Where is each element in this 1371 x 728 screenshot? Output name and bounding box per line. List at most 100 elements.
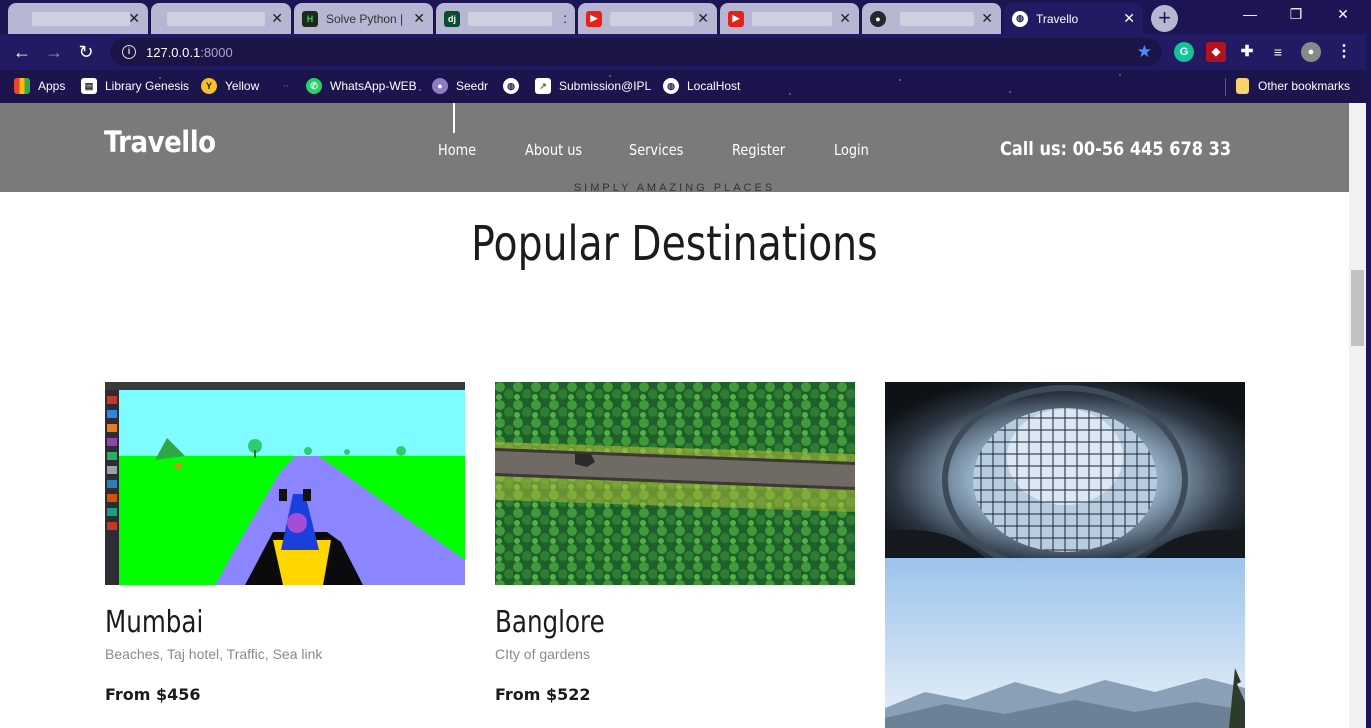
browser-tab[interactable]: ● ✕ bbox=[862, 3, 1001, 34]
bookmark-label: Apps bbox=[38, 79, 66, 93]
close-icon[interactable]: ✕ bbox=[697, 10, 709, 26]
reload-icon[interactable]: ↻ bbox=[74, 40, 98, 64]
close-icon[interactable]: : bbox=[563, 10, 567, 26]
close-icon[interactable]: ✕ bbox=[839, 10, 851, 26]
bookmarks-divider bbox=[1225, 78, 1226, 96]
new-tab-button[interactable]: + bbox=[1151, 5, 1178, 32]
address-bar[interactable]: i 127.0.0.1:8000 ★ bbox=[110, 38, 1162, 66]
close-icon[interactable]: ✕ bbox=[981, 10, 993, 26]
hackerrank-icon: H bbox=[302, 10, 318, 27]
destination-description: Beaches, Taj hotel, Traffic, Sea link bbox=[105, 646, 323, 662]
browser-tab[interactable]: ✕ bbox=[8, 3, 148, 34]
library-icon: ▤ bbox=[81, 78, 97, 94]
chart-icon: ↗ bbox=[535, 78, 551, 94]
tab-strip: ✕ ✕ H Solve Python | ✕ dj : ▶ ✕ ▶ ✕ ● ✕ … bbox=[0, 0, 1371, 34]
bookmark-star-icon[interactable]: ★ bbox=[1137, 42, 1152, 62]
shield-extension-icon[interactable]: ◆ bbox=[1206, 42, 1226, 62]
nav-home[interactable]: Home bbox=[438, 141, 476, 159]
address-port: :8000 bbox=[200, 44, 233, 60]
browser-tab-active[interactable]: ◍ Travello ✕ bbox=[1004, 3, 1143, 34]
tab-title-redacted bbox=[610, 11, 694, 26]
restore-icon[interactable]: ❐ bbox=[1286, 6, 1306, 23]
bookmark-globe[interactable]: ◍ bbox=[503, 76, 527, 96]
browser-tab[interactable]: ▶ ✕ bbox=[578, 3, 717, 34]
racing-game-image bbox=[105, 382, 465, 585]
browser-tab[interactable]: H Solve Python | ✕ bbox=[294, 3, 433, 34]
other-bookmarks[interactable]: Other bookmarks bbox=[1236, 76, 1350, 96]
close-window-icon[interactable]: ✕ bbox=[1333, 6, 1353, 23]
bookmark-label: Other bookmarks bbox=[1258, 79, 1351, 93]
django-icon: dj bbox=[444, 10, 460, 27]
minimize-icon[interactable]: — bbox=[1240, 6, 1260, 22]
bookmark-submission-ipl[interactable]: ↗ Submission@IPL bbox=[535, 76, 651, 96]
dome-and-mountains-image bbox=[885, 382, 1245, 728]
web-page: Travello Home About us Services Register… bbox=[0, 103, 1349, 728]
close-icon[interactable]: ✕ bbox=[1123, 10, 1135, 26]
github-icon: ● bbox=[870, 10, 886, 27]
window-edge bbox=[1366, 0, 1371, 728]
destination-name: Banglore bbox=[495, 605, 605, 640]
whatsapp-icon: ✆ bbox=[306, 78, 322, 94]
dots-icon: ·· bbox=[283, 81, 289, 91]
tab-title-redacted bbox=[167, 11, 265, 26]
bookmark-label: Submission@IPL bbox=[559, 79, 652, 93]
destination-image-mumbai[interactable] bbox=[105, 382, 465, 585]
apps-grid-icon bbox=[14, 78, 30, 94]
close-icon[interactable]: ✕ bbox=[128, 10, 140, 26]
active-nav-indicator bbox=[453, 103, 455, 133]
bookmark-dots[interactable]: ·· bbox=[278, 76, 302, 96]
bookmark-label: Yellow bbox=[225, 79, 260, 93]
scrollbar-thumb[interactable] bbox=[1351, 270, 1364, 346]
tab-title: Travello bbox=[1036, 11, 1079, 26]
nav-register[interactable]: Register bbox=[732, 141, 785, 159]
page-scrollbar[interactable] bbox=[1349, 103, 1366, 728]
nav-services[interactable]: Services bbox=[629, 141, 683, 159]
folder-icon bbox=[1236, 78, 1249, 94]
browser-toolbar: ← → ↻ i 127.0.0.1:8000 ★ G ◆ ✚ ≡ ● ⋮ bbox=[0, 34, 1371, 70]
avatar[interactable]: ● bbox=[1301, 42, 1321, 62]
nav-about-us[interactable]: About us bbox=[525, 141, 582, 159]
close-icon[interactable]: ✕ bbox=[413, 10, 425, 26]
aerial-bridge-image bbox=[495, 382, 855, 585]
close-icon[interactable]: ✕ bbox=[271, 10, 283, 26]
media-queue-icon[interactable]: ≡ bbox=[1268, 42, 1288, 62]
yellow-icon: Y bbox=[201, 78, 217, 94]
bookmark-label: Seedr bbox=[456, 79, 489, 93]
menu-kebab-icon[interactable]: ⋮ bbox=[1334, 42, 1354, 62]
destination-price: From $522 bbox=[495, 685, 591, 704]
bookmark-label: LocalHost bbox=[687, 79, 741, 93]
nav-login[interactable]: Login bbox=[834, 141, 869, 159]
browser-tab[interactable]: dj : bbox=[436, 3, 575, 34]
globe-icon: ◍ bbox=[1012, 10, 1028, 27]
bookmark-localhost[interactable]: ◍ LocalHost bbox=[663, 76, 740, 96]
globe-icon: ◍ bbox=[503, 78, 519, 94]
globe-icon: ◍ bbox=[663, 78, 679, 94]
destination-description: CIty of gardens bbox=[495, 646, 590, 662]
site-logo[interactable]: Travello bbox=[104, 125, 216, 159]
tab-title-redacted bbox=[468, 11, 552, 26]
section-tagline: SIMPLY AMAZING PLACES bbox=[573, 182, 776, 194]
youtube-icon: ▶ bbox=[728, 10, 744, 27]
bookmark-label: Library Genesis bbox=[105, 79, 190, 93]
bookmark-whatsapp[interactable]: ✆ WhatsApp-WEB bbox=[306, 76, 417, 96]
bookmarks-bar: Apps ▤ Library Genesis Y Yellow ·· ✆ Wha… bbox=[0, 70, 1371, 103]
bookmark-yellow[interactable]: Y Yellow bbox=[201, 76, 259, 96]
bookmark-label: WhatsApp-WEB bbox=[330, 79, 417, 93]
bookmark-seedr[interactable]: ● Seedr bbox=[432, 76, 488, 96]
grammarly-icon[interactable]: G bbox=[1174, 42, 1194, 62]
info-icon[interactable]: i bbox=[122, 45, 136, 59]
call-us-text: Call us: 00-56 445 678 33 bbox=[1000, 138, 1232, 160]
back-icon[interactable]: ← bbox=[10, 40, 34, 64]
bookmark-apps[interactable]: Apps bbox=[14, 76, 65, 96]
destination-image-banglore[interactable] bbox=[495, 382, 855, 585]
browser-tab[interactable]: ▶ ✕ bbox=[720, 3, 859, 34]
extensions-puzzle-icon[interactable]: ✚ bbox=[1237, 42, 1257, 62]
address-host: 127.0.0.1 bbox=[146, 44, 201, 60]
forward-icon[interactable]: → bbox=[42, 40, 66, 64]
bookmark-library-genesis[interactable]: ▤ Library Genesis bbox=[81, 76, 189, 96]
destination-image-dome-mountains[interactable] bbox=[885, 382, 1245, 728]
tab-title-redacted bbox=[900, 11, 974, 26]
section-title: Popular Destinations bbox=[471, 216, 878, 272]
tab-title-redacted bbox=[32, 11, 130, 26]
browser-tab[interactable]: ✕ bbox=[151, 3, 291, 34]
